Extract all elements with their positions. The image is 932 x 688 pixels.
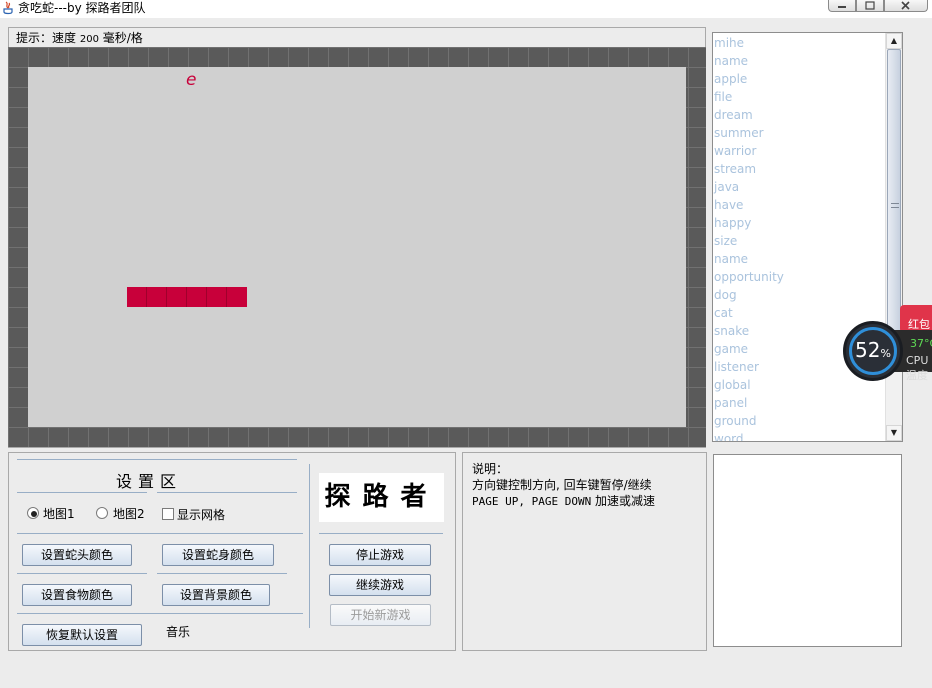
- info-line-directions: 方向键控制方向, 回车键暂停/继续: [472, 478, 652, 492]
- word-list-item[interactable]: name: [714, 252, 748, 266]
- word-list-item[interactable]: opportunity: [714, 270, 784, 284]
- scroll-up-button[interactable]: ▲: [886, 33, 902, 49]
- resume-game-button[interactable]: 继续游戏: [329, 574, 431, 596]
- word-list-item[interactable]: snake: [714, 324, 749, 338]
- set-background-color-button[interactable]: 设置背景颜色: [162, 584, 270, 606]
- word-list-item[interactable]: global: [714, 378, 751, 392]
- speed-hint-prefix: 提示：速度: [16, 31, 77, 45]
- close-button[interactable]: [884, 0, 928, 12]
- snake-segment: [147, 287, 167, 307]
- word-list-item[interactable]: dream: [714, 108, 753, 122]
- team-logo: 探路者: [319, 473, 444, 522]
- word-list-item[interactable]: java: [714, 180, 739, 194]
- separator: [17, 492, 147, 493]
- word-list-item[interactable]: summer: [714, 126, 764, 140]
- info-keys: PAGE UP, PAGE DOWN: [472, 495, 592, 508]
- cpu-percent-unit: %: [880, 347, 891, 360]
- new-game-button[interactable]: 开始新游戏: [330, 604, 431, 626]
- separator: [17, 613, 303, 614]
- set-food-color-button[interactable]: 设置食物颜色: [22, 584, 132, 606]
- word-list-item[interactable]: listener: [714, 360, 759, 374]
- music-label: 音乐: [166, 625, 191, 639]
- maximize-icon: [865, 1, 875, 10]
- word-list-item[interactable]: size: [714, 234, 737, 248]
- separator: [157, 492, 297, 493]
- snake-segment: [207, 287, 227, 307]
- cpu-temp: 37°C: [910, 337, 932, 350]
- cpu-percent-value: 52: [855, 338, 881, 362]
- set-head-color-button[interactable]: 设置蛇头颜色: [22, 544, 132, 566]
- java-app-icon: [3, 1, 13, 15]
- window-title: 贪吃蛇---by 探路者团队: [18, 1, 146, 15]
- snake-segment: [127, 287, 147, 307]
- word-list-item[interactable]: file: [714, 90, 732, 104]
- maximize-button[interactable]: [856, 0, 884, 12]
- word-list-item[interactable]: happy: [714, 216, 751, 230]
- stop-game-button[interactable]: 停止游戏: [329, 544, 431, 566]
- separator: [17, 573, 147, 574]
- cpu-label: CPU温度: [906, 354, 929, 382]
- close-icon: [901, 1, 910, 10]
- set-body-color-button[interactable]: 设置蛇身颜色: [162, 544, 274, 566]
- word-list-item[interactable]: apple: [714, 72, 747, 86]
- word-list-item[interactable]: panel: [714, 396, 747, 410]
- speed-hint: 提示：速度 200 毫秒/格: [16, 31, 143, 47]
- info-line-speed: PAGE UP, PAGE DOWN 加速或减速: [472, 494, 655, 509]
- minimize-icon: [838, 6, 846, 8]
- grip-icon: [891, 203, 899, 208]
- snake-head: [227, 287, 247, 307]
- word-list-item[interactable]: cat: [714, 306, 733, 320]
- blank-panel: [713, 454, 902, 647]
- food-letter: e: [186, 70, 197, 90]
- minimize-button[interactable]: [828, 0, 856, 12]
- restore-defaults-button[interactable]: 恢复默认设置: [22, 624, 142, 646]
- map2-label: 地图2: [113, 507, 145, 521]
- word-list-item[interactable]: dog: [714, 288, 737, 302]
- snake-segment: [167, 287, 187, 307]
- info-title: 说明：: [472, 462, 509, 476]
- map1-radio[interactable]: [27, 507, 39, 519]
- separator: [319, 533, 443, 534]
- word-list-item[interactable]: ground: [714, 414, 756, 428]
- show-grid-checkbox[interactable]: [162, 508, 174, 520]
- arrow-up-icon: ▲: [890, 36, 898, 45]
- vertical-divider: [309, 464, 310, 628]
- separator: [17, 533, 303, 534]
- speed-value: 200: [79, 34, 99, 45]
- word-list-item[interactable]: game: [714, 342, 748, 356]
- word-list-item[interactable]: name: [714, 54, 748, 68]
- map2-radio[interactable]: [96, 507, 108, 519]
- word-list-item[interactable]: mihe: [714, 36, 744, 50]
- show-grid-label: 显示网格: [177, 508, 226, 522]
- separator: [17, 459, 297, 460]
- cpu-percent: 52%: [848, 338, 898, 366]
- separator: [157, 573, 287, 574]
- word-list-item[interactable]: warrior: [714, 144, 756, 158]
- scroll-down-button[interactable]: ▼: [886, 425, 902, 441]
- arrow-down-icon: ▼: [890, 428, 898, 437]
- map1-label: 地图1: [43, 507, 75, 521]
- snake-segment: [187, 287, 207, 307]
- word-list-item[interactable]: have: [714, 198, 743, 212]
- settings-title: 设置区: [116, 472, 183, 491]
- word-list-item[interactable]: stream: [714, 162, 756, 176]
- word-list-item[interactable]: word: [714, 432, 744, 441]
- info-speed-text: 加速或减速: [595, 494, 656, 508]
- game-field[interactable]: [28, 67, 686, 427]
- speed-hint-suffix: 毫秒/格: [102, 31, 143, 45]
